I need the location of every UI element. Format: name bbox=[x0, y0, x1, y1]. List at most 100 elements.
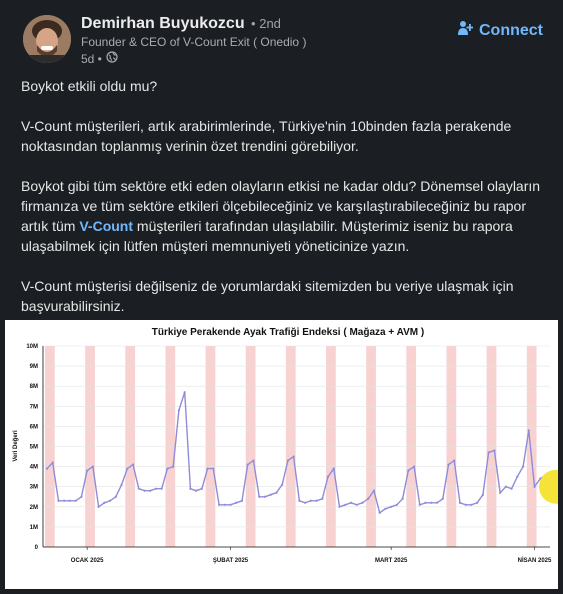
y-tick-label: 10M bbox=[26, 344, 38, 350]
data-point bbox=[458, 501, 462, 504]
data-point bbox=[281, 483, 284, 486]
data-point bbox=[217, 503, 221, 506]
data-point bbox=[332, 467, 335, 470]
data-point bbox=[516, 475, 519, 478]
data-point bbox=[57, 499, 60, 502]
data-point bbox=[401, 497, 404, 500]
data-point bbox=[154, 487, 158, 490]
data-point bbox=[493, 449, 496, 452]
y-tick-label: 6M bbox=[30, 424, 38, 430]
data-point bbox=[263, 495, 267, 498]
data-point bbox=[395, 503, 398, 506]
data-point bbox=[453, 459, 456, 462]
data-point bbox=[235, 501, 238, 504]
post-paragraph-2: V-Count müşterileri, artık arabirimlerin… bbox=[21, 118, 512, 154]
chart-title: Türkiye Perakende Ayak Trafiği Endeksi (… bbox=[152, 327, 424, 338]
data-point bbox=[499, 491, 502, 494]
data-point bbox=[206, 467, 209, 470]
data-point bbox=[126, 467, 129, 470]
data-point bbox=[269, 493, 272, 496]
add-person-icon bbox=[457, 20, 474, 41]
data-point bbox=[447, 463, 450, 466]
data-point bbox=[372, 489, 376, 492]
data-point bbox=[149, 489, 152, 492]
y-tick-label: 4M bbox=[30, 465, 38, 471]
data-point bbox=[361, 501, 364, 504]
data-point bbox=[481, 493, 485, 496]
data-point bbox=[63, 499, 66, 502]
data-point bbox=[412, 465, 416, 468]
data-point bbox=[137, 487, 140, 490]
data-point bbox=[315, 499, 318, 502]
y-tick-label: 9M bbox=[30, 364, 38, 370]
data-point bbox=[487, 451, 490, 454]
data-point bbox=[240, 499, 244, 502]
post-paragraph-3: Boykot gibi tüm sektöre etki eden olayla… bbox=[21, 176, 543, 256]
data-point bbox=[510, 487, 513, 490]
data-point bbox=[476, 501, 479, 504]
data-point bbox=[435, 501, 439, 504]
post-time: 5d • bbox=[81, 51, 102, 66]
post-paragraph-4: V-Count müşterisi değilseniz de yorumlar… bbox=[21, 278, 514, 314]
y-tick-label: 2M bbox=[30, 505, 38, 511]
company-mention-link[interactable]: V-Count bbox=[79, 218, 133, 234]
post-paragraph-1: Boykot etkili oldu mu? bbox=[21, 78, 158, 94]
y-tick-label: 0 bbox=[35, 545, 39, 551]
data-point bbox=[527, 429, 530, 432]
data-point bbox=[91, 465, 94, 468]
data-point bbox=[384, 507, 387, 510]
x-tick-label: NİSAN 2025 bbox=[518, 557, 552, 564]
data-point bbox=[441, 497, 444, 500]
data-point bbox=[292, 455, 295, 458]
data-point bbox=[212, 467, 215, 470]
data-point bbox=[344, 503, 347, 506]
data-point bbox=[160, 487, 163, 490]
x-tick-label: MART 2025 bbox=[375, 558, 408, 564]
post-meta: 5d • bbox=[81, 51, 118, 66]
data-point bbox=[223, 503, 226, 506]
data-point bbox=[338, 505, 341, 508]
data-point bbox=[464, 503, 467, 506]
y-tick-label: 1M bbox=[30, 525, 38, 531]
data-point bbox=[470, 503, 473, 506]
data-point bbox=[80, 495, 83, 498]
data-point bbox=[74, 499, 77, 502]
data-point bbox=[189, 487, 192, 490]
data-point bbox=[378, 511, 381, 514]
x-tick-label: OCAK 2025 bbox=[71, 558, 104, 564]
data-point bbox=[183, 391, 186, 394]
data-point bbox=[120, 483, 123, 486]
connection-degree: • 2nd bbox=[251, 16, 281, 31]
data-point bbox=[246, 463, 249, 466]
data-point bbox=[298, 499, 301, 502]
y-tick-label: 5M bbox=[30, 445, 38, 451]
data-point bbox=[533, 485, 536, 488]
data-point bbox=[521, 465, 525, 468]
globe-icon bbox=[106, 51, 118, 66]
author-name-line: Demirhan Buyukozcu • 2nd bbox=[81, 15, 281, 33]
data-point bbox=[326, 475, 330, 478]
data-point bbox=[430, 501, 433, 504]
data-point bbox=[407, 469, 410, 472]
data-point bbox=[321, 497, 324, 500]
author-name[interactable]: Demirhan Buyukozcu bbox=[81, 15, 245, 32]
connect-button[interactable]: Connect bbox=[457, 20, 543, 41]
data-point bbox=[200, 487, 203, 490]
data-point bbox=[45, 467, 49, 470]
data-point bbox=[86, 469, 89, 472]
x-tick-label: ŞUBAT 2025 bbox=[213, 558, 249, 564]
connect-label: Connect bbox=[479, 21, 543, 39]
data-point bbox=[304, 501, 307, 504]
data-point bbox=[504, 485, 507, 488]
author-avatar[interactable] bbox=[23, 15, 71, 63]
data-point bbox=[172, 465, 175, 468]
data-point bbox=[68, 499, 72, 502]
linkedin-post: Demirhan Buyukozcu • 2nd Founder & CEO o… bbox=[0, 0, 563, 591]
data-point bbox=[367, 497, 370, 500]
data-point bbox=[114, 495, 117, 498]
data-point bbox=[97, 505, 100, 508]
chart-image[interactable]: Türkiye Perakende Ayak Trafiği Endeksi (… bbox=[5, 320, 563, 589]
data-point bbox=[103, 501, 106, 504]
post-body: Boykot etkili oldu mu? V-Count müşterile… bbox=[21, 76, 543, 336]
y-tick-label: 8M bbox=[30, 384, 38, 390]
